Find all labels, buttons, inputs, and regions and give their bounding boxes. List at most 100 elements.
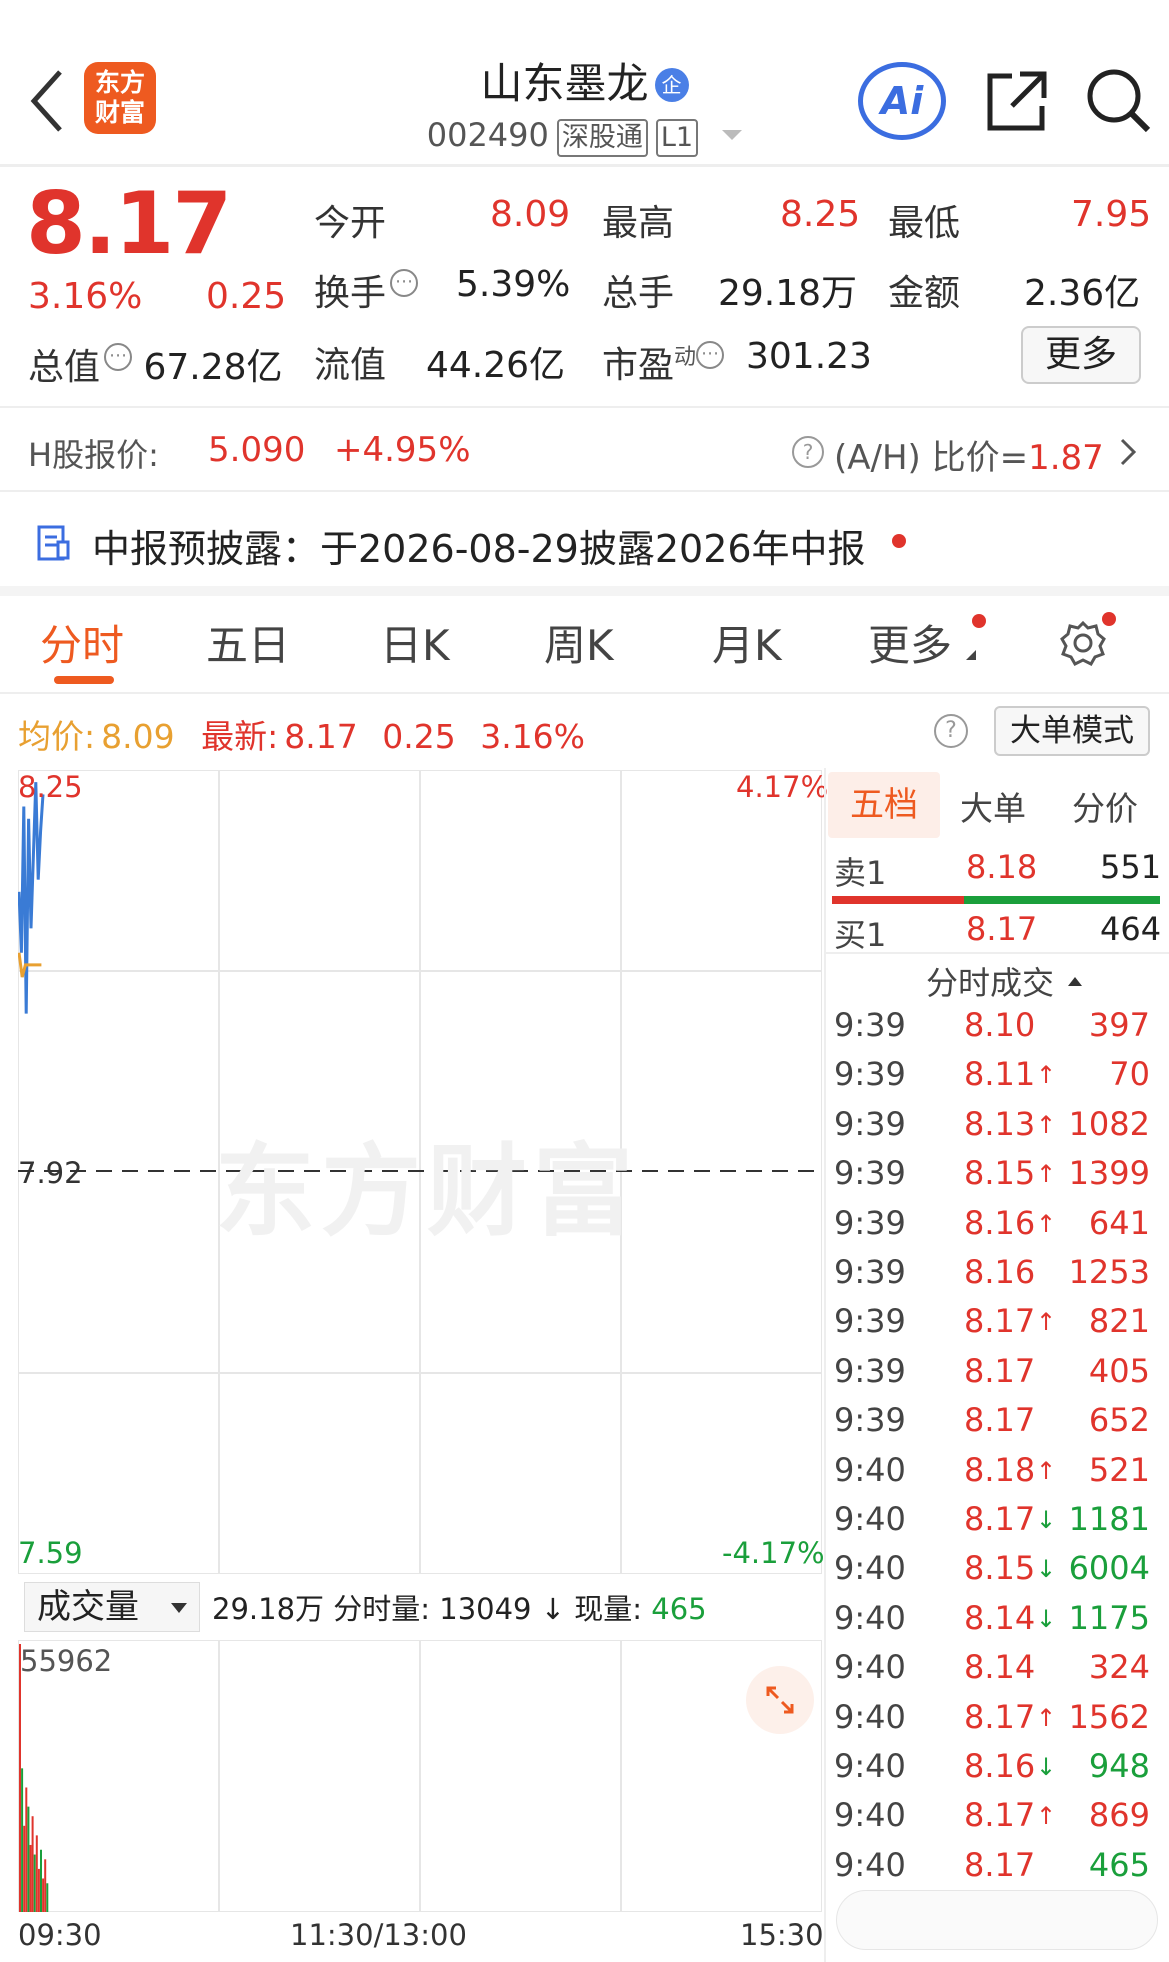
tab-weekly-k[interactable]: 周K [544,612,614,673]
tab-more-dot [972,614,986,628]
tab-more[interactable]: 更多 [868,612,952,673]
divider [826,952,1169,954]
tick-arrow: ↑ [1036,1456,1057,1485]
tick-time: 9:39 [834,1302,906,1341]
low-value: 7.95 [1071,194,1152,235]
tick-arrow: ↑ [1036,1209,1057,1238]
tab-price-distribution[interactable]: 分价 [1072,782,1138,830]
price-line [18,782,45,1014]
tick-volume: 1562 [1068,1697,1150,1736]
float-value: 44.26亿 [426,345,566,386]
tick-row: 9:39 8.11 ↑ 70 [832,1055,1160,1103]
tick-time: 9:40 [834,1549,906,1588]
dropdown-caret-icon[interactable] [722,130,743,140]
tab-intraday[interactable]: 分时 [40,612,124,673]
tick-price: 8.17 [964,1845,1036,1884]
tick-row: 9:39 8.16 1253 [832,1253,1160,1301]
tick-price: 8.16 [964,1203,1036,1242]
tick-row: 9:39 8.15 ↑ 1399 [832,1154,1160,1202]
help-icon[interactable]: ? [934,714,968,748]
tick-arrow: ↓ [1036,1753,1057,1781]
buy-ratio-bar [964,896,1160,904]
big-order-mode-button[interactable]: 大单模式 [994,706,1150,756]
tick-arrow: ↑ [1036,1110,1057,1139]
info-icon: ⋯ [390,269,419,297]
tick-row: 9:39 8.17 405 [832,1352,1160,1400]
y-mid-label: 7.92 [18,1156,83,1190]
tick-volume: 1082 [1068,1104,1150,1143]
tick-price: 8.11 [964,1055,1036,1094]
tick-arrow: ↑ [1036,1802,1057,1831]
tick-volume: 521 [1088,1450,1150,1489]
tick-volume: 324 [1088,1648,1150,1687]
tab-level2-quotes[interactable]: 五档 [828,772,940,838]
search-icon[interactable] [1084,66,1154,136]
tick-price: 8.18 [964,1450,1036,1489]
tick-price: 8.16 [964,1747,1036,1785]
volume-bar [29,1844,32,1912]
divider [0,692,1169,694]
tick-row: 9:40 8.17 ↑ 1562 [832,1698,1160,1746]
stock-code: 002490 [426,116,549,154]
tick-price: 8.10 [964,1006,1036,1044]
more-quote-button[interactable]: 更多 [1021,326,1141,384]
ticks-more-button[interactable] [836,1890,1158,1950]
tick-volume: 397 [1088,1006,1150,1044]
volume-chart[interactable] [18,1640,822,1912]
tick-time: 9:40 [834,1598,906,1637]
tick-row: 9:40 8.15 ↓ 6004 [832,1549,1160,1597]
pe-value: 301.23 [746,336,872,377]
tab-daily-k[interactable]: 日K [380,612,450,673]
tick-arrow: ↓ [1036,1604,1057,1633]
volume-max-label: 55962 [20,1644,113,1678]
tick-volume: 869 [1088,1796,1150,1835]
tick-time: 9:40 [834,1500,906,1538]
low-label: 最低 [888,203,961,244]
expand-chart-button[interactable] [746,1666,814,1734]
volume-bar [25,1787,28,1912]
tab-monthly-k[interactable]: 月K [712,612,782,673]
tick-row: 9:40 8.17 465 [832,1846,1160,1894]
ai-assistant-button[interactable]: Ai [858,62,946,140]
enterprise-badge: 企 [654,68,689,102]
notice-dot [892,534,906,548]
last-price: 8.17 [26,174,232,274]
gear-icon[interactable] [1058,618,1108,668]
chevron-right-icon [1120,438,1137,466]
tick-arrow: ↓ [1036,1555,1057,1584]
tab-five-day[interactable]: 五日 [206,612,290,673]
high-value: 8.25 [780,194,861,235]
tick-volume: 70 [1109,1055,1150,1094]
indicator-selector[interactable]: 成交量 [24,1582,200,1632]
volume-bar [35,1835,38,1912]
change-amount: 0.25 [206,276,287,317]
volume-bar [42,1878,45,1912]
volume-bar [46,1883,49,1912]
tick-volume: 1399 [1068,1154,1150,1193]
tick-time: 9:39 [834,1104,906,1143]
tick-time: 9:39 [834,1006,906,1044]
info-icon: ⋯ [104,343,133,371]
market-cap: 总值 ⋯ 67.28亿 [28,343,283,388]
pct-max-label: 4.17% [736,770,829,804]
float-label: 流值 [314,345,387,386]
h-share-change: +4.95% [334,430,471,470]
tick-row: 9:39 8.10 397 [832,1006,1160,1054]
tick-volume: 948 [1088,1747,1150,1785]
help-icon[interactable]: ? [792,436,824,468]
tab-more-caret-icon [966,650,976,660]
tick-volume: 465 [1088,1845,1150,1884]
x-label-midday: 11:30/13:00 [290,1918,467,1952]
report-notice[interactable]: 中报预披露：于2026-08-29披露2026年中报 [0,500,1169,582]
share-icon[interactable] [982,66,1052,136]
h-share-row[interactable]: H股报价: 5.090 +4.95% ? (A/H) 比价=1.87 [0,414,1169,488]
volume-bar [23,1825,26,1912]
tag-level: L1 [655,119,699,157]
tick-price: 8.17 [964,1796,1036,1835]
tick-price: 8.17 [964,1500,1036,1538]
pct-min-label: -4.17% [722,1536,825,1570]
x-label-open: 09:30 [18,1918,102,1952]
tab-big-orders[interactable]: 大单 [960,782,1026,830]
ticks-title[interactable]: 分时成交 [926,958,1083,1004]
volume-info: 29.18万 分时量: 13049 ↓ 现量: 465 [212,1592,707,1626]
